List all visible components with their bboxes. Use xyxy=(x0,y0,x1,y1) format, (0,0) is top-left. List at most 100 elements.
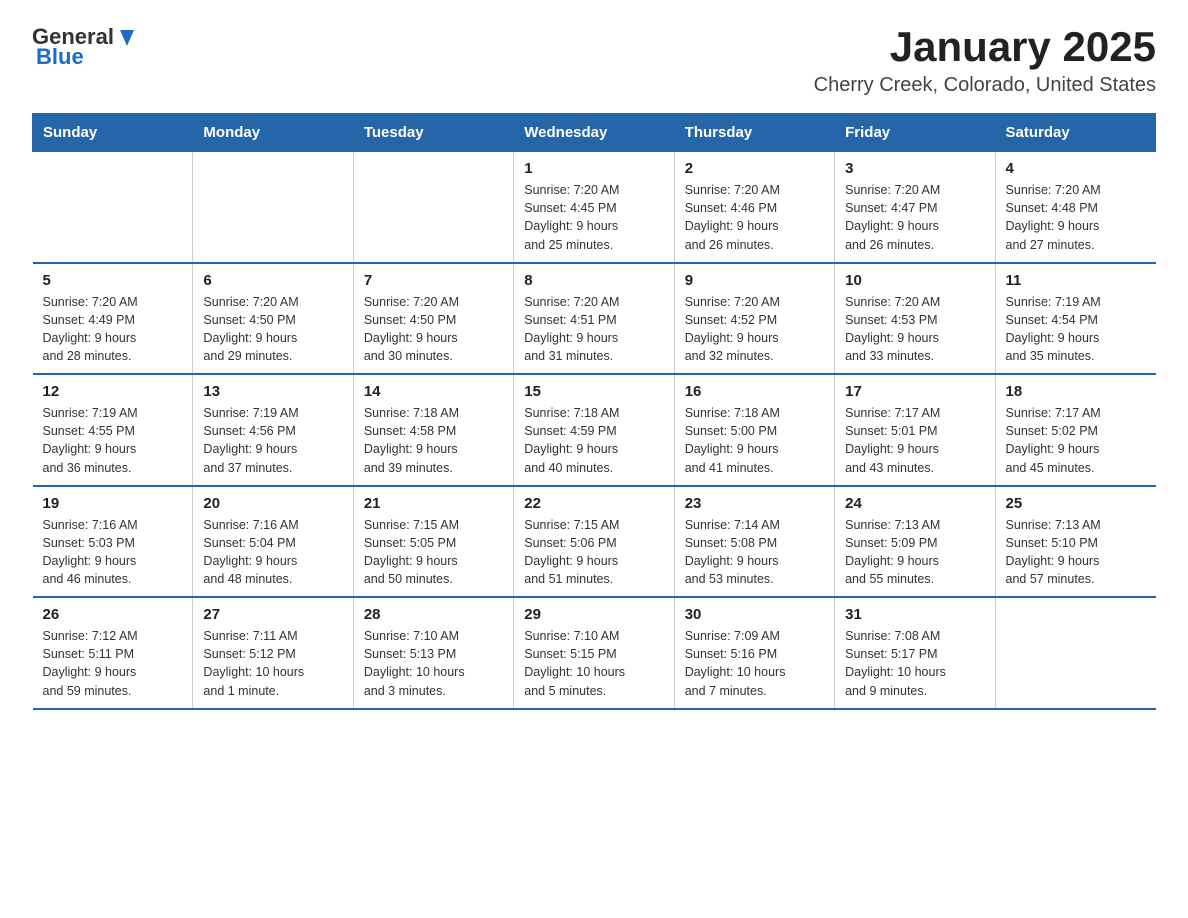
day-info: Sunrise: 7:20 AM Sunset: 4:48 PM Dayligh… xyxy=(1006,181,1146,254)
day-info: Sunrise: 7:20 AM Sunset: 4:45 PM Dayligh… xyxy=(524,181,663,254)
calendar-header-friday: Friday xyxy=(835,114,995,152)
calendar-cell xyxy=(995,597,1155,709)
calendar-cell: 7 Sunrise: 7:20 AM Sunset: 4:50 PM Daylig… xyxy=(353,263,513,375)
calendar-cell: 16Sunrise: 7:18 AM Sunset: 5:00 PM Dayli… xyxy=(674,374,834,486)
day-number: 24 xyxy=(845,495,984,512)
day-number: 25 xyxy=(1006,495,1146,512)
day-number: 31 xyxy=(845,606,984,623)
calendar-cell: 4 Sunrise: 7:20 AM Sunset: 4:48 PM Daylig… xyxy=(995,152,1155,263)
logo: General Blue xyxy=(32,24,138,70)
day-info: Sunrise: 7:16 AM Sunset: 5:03 PM Dayligh… xyxy=(43,516,183,589)
day-info: Sunrise: 7:10 AM Sunset: 5:13 PM Dayligh… xyxy=(364,627,503,700)
day-number: 29 xyxy=(524,606,663,623)
day-info: Sunrise: 7:17 AM Sunset: 5:02 PM Dayligh… xyxy=(1006,404,1146,477)
calendar-cell: 11Sunrise: 7:19 AM Sunset: 4:54 PM Dayli… xyxy=(995,263,1155,375)
calendar-header-wednesday: Wednesday xyxy=(514,114,674,152)
day-number: 20 xyxy=(203,495,342,512)
calendar-cell: 25 Sunrise: 7:13 AM Sunset: 5:10 PM Dayli… xyxy=(995,486,1155,598)
calendar-week-row: 26 Sunrise: 7:12 AM Sunset: 5:11 PM Dayli… xyxy=(33,597,1156,709)
day-info: Sunrise: 7:20 AM Sunset: 4:50 PM Dayligh… xyxy=(364,293,503,366)
calendar-cell: 27 Sunrise: 7:11 AM Sunset: 5:12 PM Dayli… xyxy=(193,597,353,709)
calendar-header-saturday: Saturday xyxy=(995,114,1155,152)
day-number: 10 xyxy=(845,272,984,289)
calendar-cell: 10 Sunrise: 7:20 AM Sunset: 4:53 PM Dayli… xyxy=(835,263,995,375)
calendar-header-row: SundayMondayTuesdayWednesdayThursdayFrid… xyxy=(33,114,1156,152)
day-info: Sunrise: 7:13 AM Sunset: 5:10 PM Dayligh… xyxy=(1006,516,1146,589)
day-number: 8 xyxy=(524,272,663,289)
day-info: Sunrise: 7:14 AM Sunset: 5:08 PM Dayligh… xyxy=(685,516,824,589)
calendar-cell: 14Sunrise: 7:18 AM Sunset: 4:58 PM Dayli… xyxy=(353,374,513,486)
day-number: 22 xyxy=(524,495,663,512)
day-info: Sunrise: 7:18 AM Sunset: 4:58 PM Dayligh… xyxy=(364,404,503,477)
day-info: Sunrise: 7:20 AM Sunset: 4:53 PM Dayligh… xyxy=(845,293,984,366)
day-number: 15 xyxy=(524,383,663,400)
day-number: 7 xyxy=(364,272,503,289)
calendar-cell: 13 Sunrise: 7:19 AM Sunset: 4:56 PM Dayli… xyxy=(193,374,353,486)
calendar-subtitle: Cherry Creek, Colorado, United States xyxy=(814,74,1156,97)
logo-triangle-icon xyxy=(116,26,138,48)
day-info: Sunrise: 7:19 AM Sunset: 4:56 PM Dayligh… xyxy=(203,404,342,477)
day-info: Sunrise: 7:15 AM Sunset: 5:05 PM Dayligh… xyxy=(364,516,503,589)
calendar-week-row: 5Sunrise: 7:20 AM Sunset: 4:49 PM Daylig… xyxy=(33,263,1156,375)
calendar-cell xyxy=(353,152,513,263)
calendar-cell: 2Sunrise: 7:20 AM Sunset: 4:46 PM Daylig… xyxy=(674,152,834,263)
calendar-cell: 24Sunrise: 7:13 AM Sunset: 5:09 PM Dayli… xyxy=(835,486,995,598)
day-info: Sunrise: 7:12 AM Sunset: 5:11 PM Dayligh… xyxy=(43,627,183,700)
calendar-cell: 5Sunrise: 7:20 AM Sunset: 4:49 PM Daylig… xyxy=(33,263,193,375)
calendar-cell: 17 Sunrise: 7:17 AM Sunset: 5:01 PM Dayli… xyxy=(835,374,995,486)
day-number: 12 xyxy=(43,383,183,400)
day-number: 16 xyxy=(685,383,824,400)
calendar-header-thursday: Thursday xyxy=(674,114,834,152)
day-number: 3 xyxy=(845,160,984,177)
calendar-header-monday: Monday xyxy=(193,114,353,152)
day-number: 18 xyxy=(1006,383,1146,400)
calendar-week-row: 19 Sunrise: 7:16 AM Sunset: 5:03 PM Dayli… xyxy=(33,486,1156,598)
day-info: Sunrise: 7:20 AM Sunset: 4:46 PM Dayligh… xyxy=(685,181,824,254)
day-info: Sunrise: 7:15 AM Sunset: 5:06 PM Dayligh… xyxy=(524,516,663,589)
day-info: Sunrise: 7:16 AM Sunset: 5:04 PM Dayligh… xyxy=(203,516,342,589)
calendar-table: SundayMondayTuesdayWednesdayThursdayFrid… xyxy=(32,113,1156,710)
day-number: 17 xyxy=(845,383,984,400)
calendar-header-tuesday: Tuesday xyxy=(353,114,513,152)
calendar-cell: 30 Sunrise: 7:09 AM Sunset: 5:16 PM Dayli… xyxy=(674,597,834,709)
calendar-cell: 31 Sunrise: 7:08 AM Sunset: 5:17 PM Dayli… xyxy=(835,597,995,709)
calendar-cell: 12 Sunrise: 7:19 AM Sunset: 4:55 PM Dayli… xyxy=(33,374,193,486)
calendar-cell: 23Sunrise: 7:14 AM Sunset: 5:08 PM Dayli… xyxy=(674,486,834,598)
day-number: 1 xyxy=(524,160,663,177)
day-info: Sunrise: 7:20 AM Sunset: 4:51 PM Dayligh… xyxy=(524,293,663,366)
day-number: 28 xyxy=(364,606,503,623)
day-number: 9 xyxy=(685,272,824,289)
calendar-cell: 18 Sunrise: 7:17 AM Sunset: 5:02 PM Dayli… xyxy=(995,374,1155,486)
day-number: 27 xyxy=(203,606,342,623)
day-number: 21 xyxy=(364,495,503,512)
day-info: Sunrise: 7:09 AM Sunset: 5:16 PM Dayligh… xyxy=(685,627,824,700)
day-info: Sunrise: 7:20 AM Sunset: 4:49 PM Dayligh… xyxy=(43,293,183,366)
calendar-cell: 6Sunrise: 7:20 AM Sunset: 4:50 PM Daylig… xyxy=(193,263,353,375)
day-info: Sunrise: 7:11 AM Sunset: 5:12 PM Dayligh… xyxy=(203,627,342,700)
day-number: 19 xyxy=(43,495,183,512)
day-info: Sunrise: 7:17 AM Sunset: 5:01 PM Dayligh… xyxy=(845,404,984,477)
day-info: Sunrise: 7:08 AM Sunset: 5:17 PM Dayligh… xyxy=(845,627,984,700)
title-block: January 2025 Cherry Creek, Colorado, Uni… xyxy=(814,24,1156,97)
day-number: 4 xyxy=(1006,160,1146,177)
calendar-cell xyxy=(33,152,193,263)
day-info: Sunrise: 7:20 AM Sunset: 4:52 PM Dayligh… xyxy=(685,293,824,366)
calendar-cell: 22 Sunrise: 7:15 AM Sunset: 5:06 PM Dayli… xyxy=(514,486,674,598)
day-number: 13 xyxy=(203,383,342,400)
day-number: 30 xyxy=(685,606,824,623)
day-number: 26 xyxy=(43,606,183,623)
calendar-cell: 21 Sunrise: 7:15 AM Sunset: 5:05 PM Dayli… xyxy=(353,486,513,598)
day-info: Sunrise: 7:10 AM Sunset: 5:15 PM Dayligh… xyxy=(524,627,663,700)
calendar-cell: 29 Sunrise: 7:10 AM Sunset: 5:15 PM Dayli… xyxy=(514,597,674,709)
calendar-cell: 20 Sunrise: 7:16 AM Sunset: 5:04 PM Dayli… xyxy=(193,486,353,598)
day-info: Sunrise: 7:20 AM Sunset: 4:47 PM Dayligh… xyxy=(845,181,984,254)
calendar-cell: 28 Sunrise: 7:10 AM Sunset: 5:13 PM Dayli… xyxy=(353,597,513,709)
day-number: 11 xyxy=(1006,272,1146,289)
calendar-cell: 9 Sunrise: 7:20 AM Sunset: 4:52 PM Daylig… xyxy=(674,263,834,375)
calendar-cell: 19 Sunrise: 7:16 AM Sunset: 5:03 PM Dayli… xyxy=(33,486,193,598)
calendar-cell xyxy=(193,152,353,263)
day-info: Sunrise: 7:19 AM Sunset: 4:55 PM Dayligh… xyxy=(43,404,183,477)
calendar-cell: 15Sunrise: 7:18 AM Sunset: 4:59 PM Dayli… xyxy=(514,374,674,486)
calendar-cell: 8 Sunrise: 7:20 AM Sunset: 4:51 PM Daylig… xyxy=(514,263,674,375)
day-info: Sunrise: 7:20 AM Sunset: 4:50 PM Dayligh… xyxy=(203,293,342,366)
